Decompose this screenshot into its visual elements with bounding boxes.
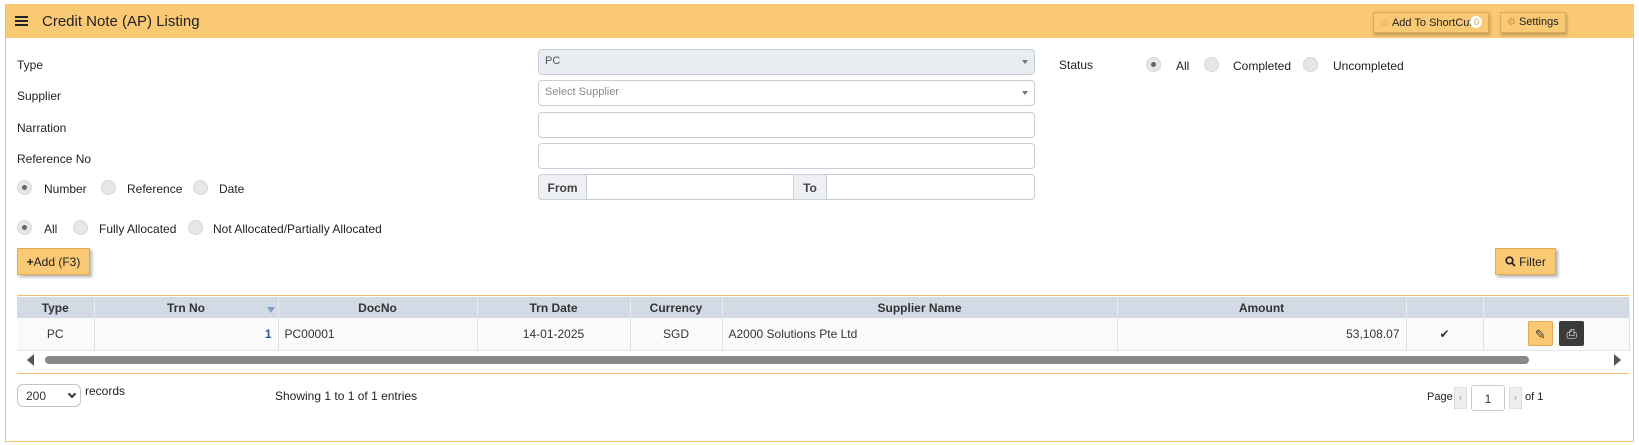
add-to-shortcut-button[interactable]: ☆ Add To ShortCut0 xyxy=(1373,12,1490,33)
shortcut-count-badge: 0 xyxy=(1470,16,1483,28)
cell-trn-date: 14-01-2025 xyxy=(477,318,631,351)
to-addon: To xyxy=(793,174,827,200)
narration-label: Narration xyxy=(17,121,67,135)
col-header-status xyxy=(1406,297,1484,318)
from-addon: From xyxy=(538,174,587,200)
cell-doc-no: PC00001 xyxy=(278,318,478,351)
radio-status-all[interactable] xyxy=(1146,57,1161,72)
page-label: Page xyxy=(1427,391,1453,403)
total-pages-label: of 1 xyxy=(1525,391,1544,403)
radio-allocation-all-label: All xyxy=(44,222,58,236)
plus-icon: + xyxy=(26,255,34,269)
radio-not-allocated-label: Not Allocated/Partially Allocated xyxy=(213,222,382,236)
to-input[interactable] xyxy=(826,174,1035,200)
records-label: records xyxy=(85,384,126,398)
reference-no-label: Reference No xyxy=(17,152,92,166)
cell-currency: SGD xyxy=(630,318,723,351)
cell-supplier-name: A2000 Solutions Pte Ltd xyxy=(722,318,1118,351)
radio-fully-allocated-label: Fully Allocated xyxy=(99,222,177,236)
cell-type: PC xyxy=(17,318,95,351)
type-label: Type xyxy=(17,58,44,72)
radio-reference-label: Reference xyxy=(127,182,183,196)
shortcut-label: Add To ShortCut xyxy=(1391,17,1473,29)
table-top-border xyxy=(17,295,1629,296)
radio-number[interactable] xyxy=(17,180,32,195)
table-row[interactable]: PC 1 PC00001 14-01-2025 SGD A2000 Soluti… xyxy=(17,318,1630,351)
settings-label: Settings xyxy=(1518,16,1559,28)
chevron-down-icon xyxy=(67,389,77,399)
radio-number-label: Number xyxy=(44,182,87,196)
credit-note-table: Type Trn No DocNo Trn Date Currency Supp… xyxy=(17,297,1630,351)
gear-icon: ⚙ xyxy=(1507,17,1516,28)
scrollbar-thumb[interactable] xyxy=(45,356,1529,364)
supplier-placeholder: Select Supplier xyxy=(545,86,619,98)
radio-not-allocated[interactable] xyxy=(188,220,203,235)
star-icon: ☆ xyxy=(1380,18,1389,29)
page-size-select[interactable]: 200 xyxy=(17,384,81,407)
showing-entries-text: Showing 1 to 1 of 1 entries xyxy=(275,389,418,403)
edit-icon[interactable]: ✎ xyxy=(1527,321,1553,347)
supplier-label: Supplier xyxy=(17,89,62,103)
cell-trn-no[interactable]: 1 xyxy=(94,318,279,351)
radio-status-completed[interactable] xyxy=(1204,57,1219,72)
col-header-currency[interactable]: Currency xyxy=(630,297,723,318)
sort-desc-icon xyxy=(266,307,275,313)
col-header-doc-no[interactable]: DocNo xyxy=(278,297,478,318)
cell-amount: 53,108.07 xyxy=(1117,318,1407,351)
col-header-trn-no[interactable]: Trn No xyxy=(94,297,279,318)
filter-button[interactable]: Filter xyxy=(1495,248,1556,275)
col-header-amount[interactable]: Amount xyxy=(1117,297,1407,318)
type-select-value: PC xyxy=(545,55,561,67)
table-header-row: Type Trn No DocNo Trn Date Currency Supp… xyxy=(17,297,1630,318)
check-icon: ✔ xyxy=(1406,318,1484,351)
radio-status-uncompleted[interactable] xyxy=(1303,57,1318,72)
next-page-button[interactable]: › xyxy=(1509,387,1522,409)
chevron-down-icon xyxy=(1022,91,1028,95)
add-button-label: Add (F3) xyxy=(33,255,81,269)
reference-no-input[interactable] xyxy=(538,143,1035,169)
narration-input[interactable] xyxy=(538,112,1035,138)
radio-fully-allocated[interactable] xyxy=(73,220,88,235)
supplier-select[interactable]: Select Supplier xyxy=(538,80,1035,106)
from-input[interactable] xyxy=(586,174,794,200)
radio-reference[interactable] xyxy=(101,180,116,195)
type-select[interactable]: PC xyxy=(538,49,1035,75)
cell-actions: ✎ ⎙ xyxy=(1483,318,1630,351)
radio-status-uncompleted-label: Uncompleted xyxy=(1333,59,1404,73)
col-header-actions xyxy=(1483,297,1630,318)
status-label: Status xyxy=(1059,58,1094,72)
scroll-right-icon[interactable] xyxy=(1614,354,1621,366)
title-bar: Credit Note (AP) Listing ☆ Add To ShortCu… xyxy=(6,5,1633,38)
radio-date-label: Date xyxy=(219,182,245,196)
listing-page: Credit Note (AP) Listing ☆ Add To ShortCu… xyxy=(5,4,1634,442)
scroll-left-icon[interactable] xyxy=(27,354,34,366)
menu-icon[interactable] xyxy=(15,16,28,26)
chevron-down-icon xyxy=(1022,60,1028,64)
search-icon xyxy=(1505,256,1516,267)
prev-page-button[interactable]: ‹ xyxy=(1454,387,1467,409)
radio-status-all-label: All xyxy=(1176,59,1190,73)
col-header-supplier-name[interactable]: Supplier Name xyxy=(722,297,1118,318)
page-title: Credit Note (AP) Listing xyxy=(42,13,200,30)
filter-button-label: Filter xyxy=(1519,255,1546,269)
table-bottom-border xyxy=(17,373,1629,374)
page-number-input[interactable]: 1 xyxy=(1471,385,1505,411)
col-header-trn-no-label: Trn No xyxy=(167,300,205,315)
radio-allocation-all[interactable] xyxy=(17,220,32,235)
settings-button[interactable]: ⚙ Settings xyxy=(1500,12,1566,33)
radio-date[interactable] xyxy=(193,180,208,195)
add-button[interactable]: +Add (F3) xyxy=(17,248,90,275)
col-header-type[interactable]: Type xyxy=(17,297,95,318)
col-header-trn-date[interactable]: Trn Date xyxy=(477,297,631,318)
page-size-value: 200 xyxy=(26,389,47,403)
horizontal-scrollbar[interactable] xyxy=(17,353,1629,366)
radio-status-completed-label: Completed xyxy=(1233,59,1292,73)
print-icon[interactable]: ⎙ xyxy=(1559,321,1585,347)
